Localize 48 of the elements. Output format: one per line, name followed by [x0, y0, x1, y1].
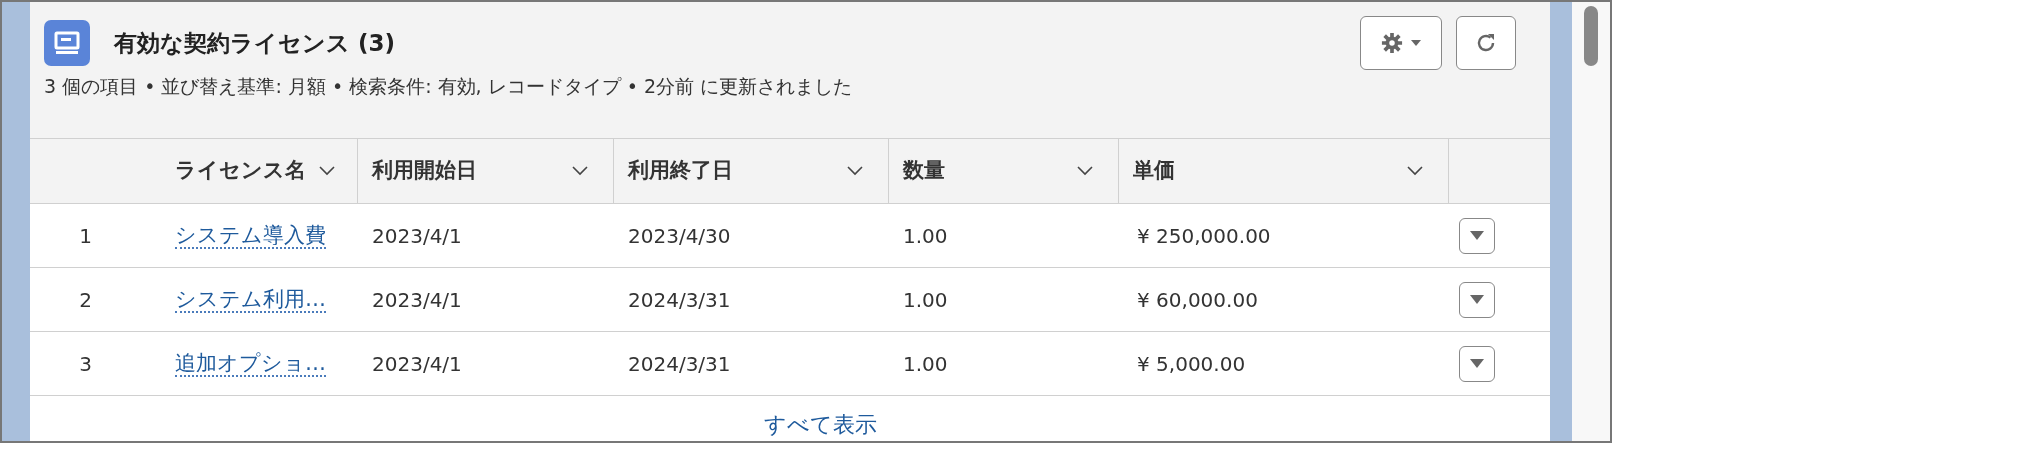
column-header[interactable]: 利用開始日 — [358, 139, 614, 203]
row-action-button[interactable] — [1459, 281, 1495, 318]
chevron-down-icon[interactable] — [1406, 165, 1424, 177]
caret-down-icon — [1470, 359, 1484, 368]
column-header[interactable]: 単価 — [1119, 139, 1449, 203]
row-number: 3 — [78, 350, 93, 378]
table-cell-text: ¥ 60,000.00 — [1136, 286, 1259, 314]
row-number: 2 — [78, 286, 93, 314]
table-cell-text: 1.00 — [902, 222, 949, 250]
column-title: ライセンス名 — [175, 157, 306, 185]
column-header[interactable]: 数量 — [889, 139, 1119, 203]
card-subtitle: 3 個の項目 • 並び替え基準: 月額 • 検索条件: 有効, レコードタイプ • 2分前 に更新されました — [44, 74, 854, 99]
table-cell-text: 2023/4/1 — [371, 222, 463, 250]
table-cell-text: 1.00 — [902, 350, 949, 378]
column-title: 数量 — [903, 157, 945, 185]
column-title: 単価 — [1133, 157, 1175, 185]
scrollbar-thumb[interactable] — [1584, 6, 1598, 66]
settings-icon — [1381, 32, 1403, 54]
settings-button[interactable] — [1360, 16, 1442, 70]
license-link[interactable]: システム利用… — [175, 286, 326, 313]
document-icon — [44, 20, 90, 66]
refresh-button[interactable] — [1456, 16, 1516, 70]
caret-down-icon — [1470, 295, 1484, 304]
row-action-button[interactable] — [1459, 217, 1495, 254]
table-cell-text: 2023/4/1 — [371, 350, 463, 378]
chevron-down-icon[interactable] — [571, 165, 589, 177]
column-header[interactable]: 利用終了日 — [614, 139, 889, 203]
column-title: 利用開始日 — [372, 157, 477, 185]
view-all-link[interactable]: すべて表示 — [763, 408, 877, 441]
table-cell-text: ¥ 250,000.00 — [1136, 222, 1272, 250]
table-cell-text: 2023/4/30 — [627, 222, 732, 250]
chevron-down-icon[interactable] — [318, 165, 336, 177]
row-number: 1 — [78, 222, 93, 250]
caret-down-icon — [1470, 231, 1484, 240]
chevron-down-icon[interactable] — [1076, 165, 1094, 177]
row-action-button[interactable] — [1459, 345, 1495, 382]
license-link[interactable]: 追加オプショ… — [175, 350, 326, 377]
chevron-down-icon[interactable] — [846, 165, 864, 177]
table-cell-text: 1.00 — [902, 286, 949, 314]
caret-icon — [1411, 40, 1421, 46]
license-link[interactable]: システム導入費 — [175, 222, 326, 249]
card-title: 有効な契約ライセンス (3) — [114, 28, 396, 58]
table-cell-text: ¥ 5,000.00 — [1136, 350, 1247, 378]
table-cell-text: 2024/3/31 — [627, 350, 732, 378]
table-cell-text: 2023/4/1 — [371, 286, 463, 314]
column-header[interactable]: ライセンス名 — [141, 139, 358, 203]
column-title: 利用終了日 — [628, 157, 733, 185]
table-cell-text: 2024/3/31 — [627, 286, 732, 314]
